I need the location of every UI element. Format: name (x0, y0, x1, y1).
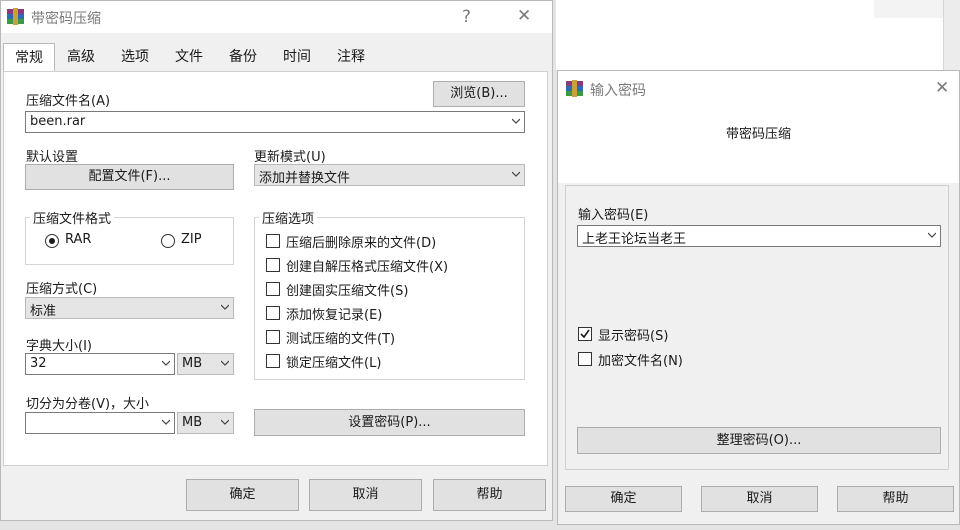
chevron-down-icon[interactable] (162, 418, 170, 426)
password-value: 上老王论坛当老王 (582, 232, 687, 247)
chevron-down-icon[interactable] (512, 170, 520, 178)
format-zip-radio[interactable] (161, 234, 175, 248)
chevron-down-icon[interactable] (928, 231, 936, 239)
show-password-label: 显示密码(S) (598, 329, 669, 344)
password-dialog-title: 输入密码 (590, 83, 646, 99)
tab-backup[interactable]: 备份 (219, 43, 267, 71)
password-ok-button[interactable]: 确定 (565, 486, 682, 512)
password-dialog-header (558, 105, 959, 183)
dictionary-unit-select[interactable]: MB (177, 353, 234, 375)
dictionary-size-value: 32 (30, 356, 47, 371)
dictionary-unit-value: MB (182, 356, 203, 371)
tab-comment[interactable]: 注释 (327, 43, 375, 71)
encrypt-names-label: 加密文件名(N) (598, 354, 683, 369)
enter-password-label: 输入密码(E) (578, 208, 649, 223)
show-password-checkbox[interactable] (578, 327, 592, 341)
browse-button[interactable]: 浏览(B)... (433, 81, 525, 107)
compression-method-select[interactable]: 标准 (25, 297, 234, 319)
password-cancel-button[interactable]: 取消 (701, 486, 818, 512)
winrar-icon (566, 80, 583, 97)
option-solid-checkbox[interactable] (266, 282, 280, 296)
option-lock-label: 锁定压缩文件(L) (286, 356, 382, 371)
archive-format-group-label: 压缩文件格式 (30, 208, 115, 227)
option-sfx-label: 创建自解压格式压缩文件(X) (286, 260, 449, 275)
archive-name-label: 压缩文件名(A) (26, 94, 111, 109)
archive-name-field[interactable]: been.rar (25, 111, 525, 133)
split-volumes-label: 切分为分卷(V)，大小 (26, 397, 150, 412)
format-rar-label: RAR (65, 232, 92, 247)
archiving-options-group-label: 压缩选项 (259, 208, 318, 227)
chevron-down-icon[interactable] (162, 359, 170, 367)
archive-dialog: 带密码压缩 ? ✕ 常规 高级 选项 文件 备份 时间 注释 压缩文件名(A) … (0, 0, 553, 521)
dictionary-size-label: 字典大小(I) (26, 339, 92, 354)
tab-options[interactable]: 选项 (111, 43, 159, 71)
close-icon[interactable]: ✕ (935, 79, 949, 97)
option-recovery-checkbox[interactable] (266, 306, 280, 320)
password-field[interactable]: 上老王论坛当老王 (577, 225, 941, 247)
archive-dialog-titlebar[interactable]: 带密码压缩 ? ✕ (1, 1, 552, 33)
split-volumes-field[interactable] (25, 412, 175, 434)
update-mode-label: 更新模式(U) (254, 150, 326, 165)
password-dialog: 输入密码 ✕ 带密码压缩 输入密码(E) 上老王论坛当老王 显示密码(S) 加密… (557, 70, 960, 525)
cancel-button[interactable]: 取消 (309, 479, 422, 511)
close-icon[interactable]: ✕ (517, 7, 531, 25)
winrar-icon (7, 8, 24, 25)
option-test-checkbox[interactable] (266, 330, 280, 344)
dictionary-size-field[interactable]: 32 (25, 353, 175, 375)
chevron-down-icon[interactable] (221, 303, 229, 311)
set-password-button[interactable]: 设置密码(P)... (254, 409, 525, 436)
split-unit-select[interactable]: MB (177, 412, 234, 434)
update-mode-value: 添加并替换文件 (259, 171, 351, 186)
option-recovery-label: 添加恢复记录(E) (286, 308, 383, 323)
format-zip-label: ZIP (181, 232, 202, 247)
password-dialog-heading: 带密码压缩 (725, 127, 791, 142)
option-solid-label: 创建固实压缩文件(S) (286, 284, 409, 299)
tab-advanced[interactable]: 高级 (57, 43, 105, 71)
background-scrollbar[interactable] (943, 0, 960, 70)
checkmark-icon (580, 329, 590, 339)
ok-button[interactable]: 确定 (186, 479, 299, 511)
update-mode-select[interactable]: 添加并替换文件 (254, 164, 525, 186)
password-help-button[interactable]: 帮助 (837, 486, 954, 512)
option-sfx-checkbox[interactable] (266, 258, 280, 272)
archive-name-value: been.rar (30, 114, 86, 129)
option-test-label: 测试压缩的文件(T) (286, 332, 396, 347)
chevron-down-icon[interactable] (221, 359, 229, 367)
tab-general[interactable]: 常规 (3, 43, 55, 71)
default-settings-label: 默认设置 (26, 150, 79, 165)
option-lock-checkbox[interactable] (266, 354, 280, 368)
help-button[interactable]: 帮助 (433, 479, 546, 511)
option-delete-after-label: 压缩后删除原来的文件(D) (286, 236, 437, 251)
archive-dialog-title: 带密码压缩 (31, 11, 101, 27)
tab-time[interactable]: 时间 (273, 43, 321, 71)
tab-files[interactable]: 文件 (165, 43, 213, 71)
option-delete-after-checkbox[interactable] (266, 234, 280, 248)
help-icon[interactable]: ? (462, 8, 471, 26)
chevron-down-icon[interactable] (512, 117, 520, 125)
password-dialog-titlebar[interactable]: 输入密码 ✕ (558, 71, 959, 105)
organize-passwords-button[interactable]: 整理密码(O)... (577, 427, 941, 454)
compression-method-label: 压缩方式(C) (26, 282, 98, 297)
split-unit-value: MB (182, 415, 203, 430)
format-rar-radio[interactable] (45, 234, 59, 248)
chevron-down-icon[interactable] (221, 418, 229, 426)
profiles-button[interactable]: 配置文件(F)... (25, 164, 234, 190)
compression-method-value: 标准 (30, 304, 57, 319)
background-toolbar (874, 0, 944, 18)
encrypt-names-checkbox[interactable] (578, 352, 592, 366)
